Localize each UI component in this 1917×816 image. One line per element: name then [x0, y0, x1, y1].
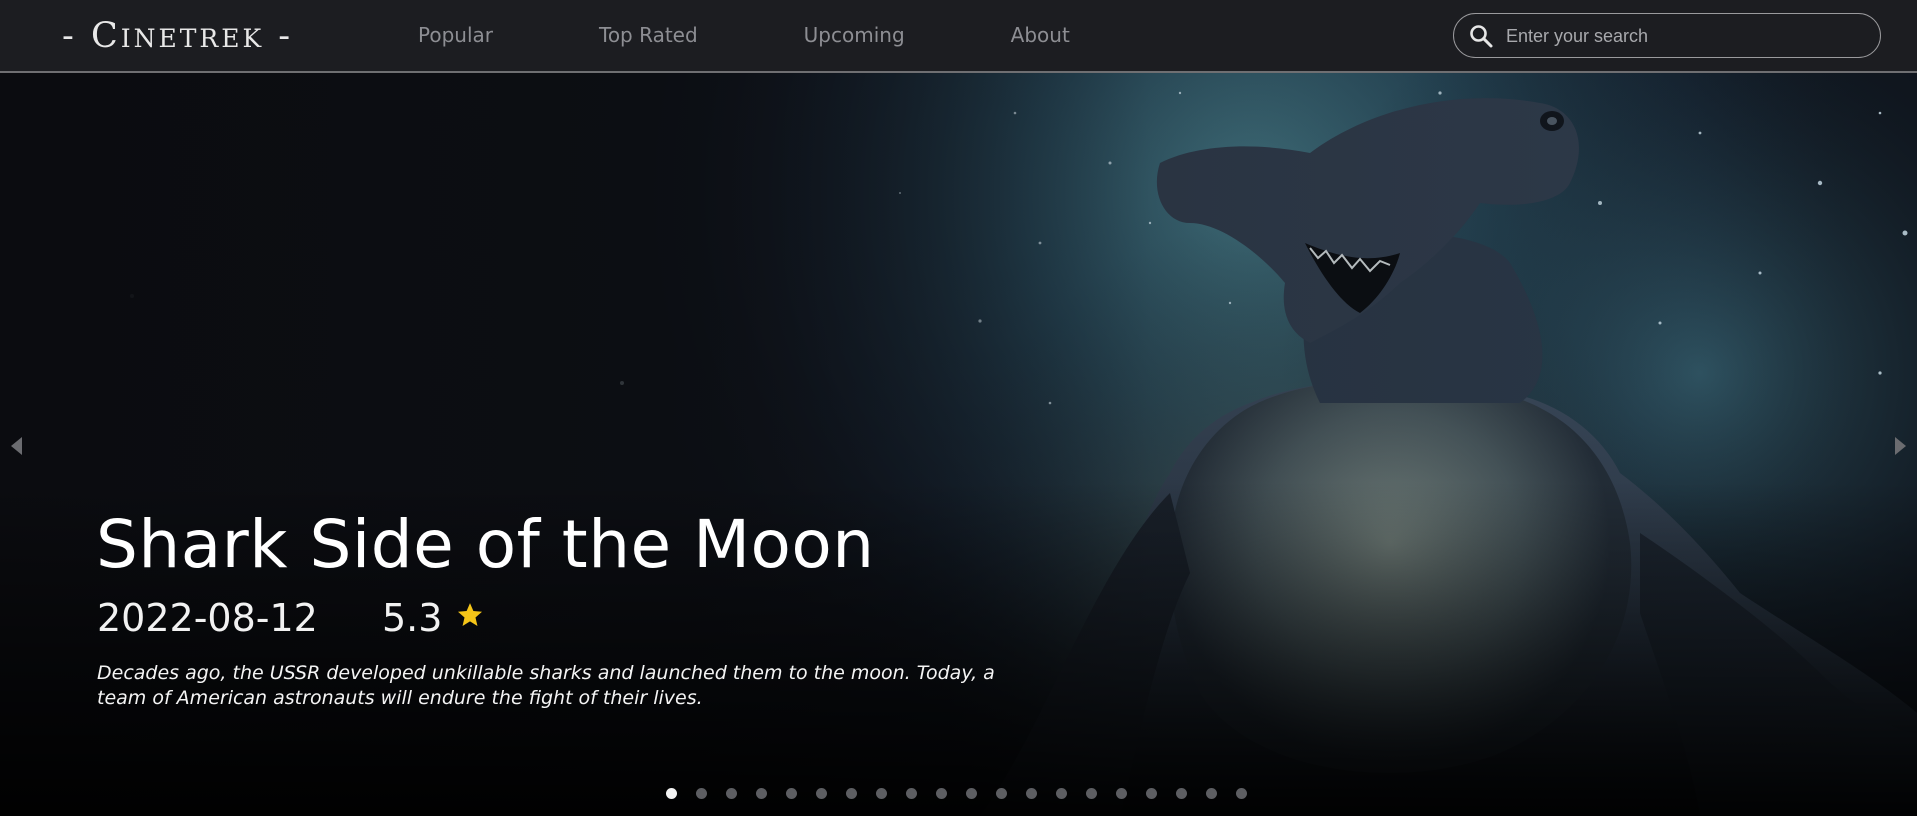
- carousel-dot[interactable]: [696, 787, 707, 799]
- top-navbar: - Cinetrek - Popular Top Rated Upcoming …: [0, 0, 1917, 73]
- search-input[interactable]: [1504, 20, 1868, 53]
- nav-link-popular[interactable]: Popular: [418, 21, 493, 49]
- carousel-dot[interactable]: [1146, 787, 1157, 799]
- carousel-dot[interactable]: [816, 787, 827, 799]
- movie-rating: 5.3: [382, 596, 443, 640]
- release-date: 2022-08-12: [97, 596, 318, 640]
- caret-right-icon[interactable]: [1891, 431, 1911, 461]
- carousel-indicators: [666, 786, 1266, 800]
- carousel-dot[interactable]: [756, 787, 767, 799]
- carousel-dot[interactable]: [846, 787, 857, 799]
- nav-link-upcoming[interactable]: Upcoming: [804, 21, 905, 49]
- carousel-dot[interactable]: [1176, 787, 1187, 799]
- search-box[interactable]: [1453, 13, 1881, 58]
- carousel-dot[interactable]: [1116, 787, 1127, 799]
- star-icon: [458, 603, 483, 626]
- carousel-dot[interactable]: [936, 787, 947, 799]
- carousel-dot[interactable]: [996, 787, 1007, 799]
- app-page: - Cinetrek - Popular Top Rated Upcoming …: [0, 0, 1917, 816]
- search-icon[interactable]: [1468, 23, 1494, 49]
- nav-link-top-rated[interactable]: Top Rated: [599, 21, 698, 49]
- caret-left-icon[interactable]: [6, 431, 26, 461]
- carousel-dot[interactable]: [1206, 787, 1217, 799]
- hero-carousel: Shark Side of the Moon 2022-08-12 5.3 De…: [0, 73, 1917, 816]
- carousel-dot[interactable]: [786, 787, 797, 799]
- carousel-dot[interactable]: [1086, 787, 1097, 799]
- carousel-dot[interactable]: [1236, 787, 1247, 799]
- carousel-dot[interactable]: [666, 787, 677, 799]
- carousel-dot[interactable]: [1056, 787, 1067, 799]
- site-logo[interactable]: - Cinetrek -: [62, 14, 293, 58]
- carousel-dot[interactable]: [1026, 787, 1037, 799]
- movie-description: Decades ago, the USSR developed unkillab…: [97, 662, 995, 709]
- carousel-dot[interactable]: [726, 787, 737, 799]
- carousel-dot[interactable]: [876, 787, 887, 799]
- carousel-dot[interactable]: [906, 787, 917, 799]
- carousel-dot[interactable]: [966, 787, 977, 799]
- nav-links: Popular Top Rated Upcoming About: [418, 21, 1176, 49]
- movie-title[interactable]: Shark Side of the Moon: [96, 505, 875, 585]
- movie-meta: 2022-08-12 5.3: [97, 593, 484, 643]
- nav-link-about[interactable]: About: [1011, 21, 1070, 49]
